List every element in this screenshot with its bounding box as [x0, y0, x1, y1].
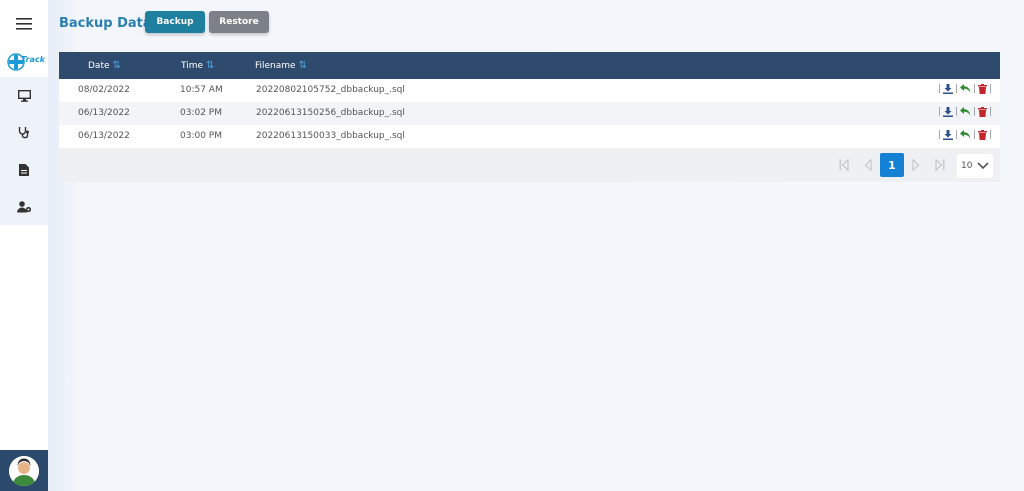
delete-icon[interactable] [977, 107, 987, 117]
next-page-button[interactable] [904, 153, 928, 177]
page-title: Backup Data [59, 16, 152, 31]
backup-button[interactable]: Backup [145, 11, 205, 33]
stethoscope-icon [18, 127, 29, 139]
table-row: 08/02/2022 10:57 AM 20220802105752_dbbac… [59, 79, 1000, 102]
prev-page-button[interactable] [856, 153, 880, 177]
prev-page-icon [864, 159, 872, 171]
first-page-icon [839, 159, 849, 171]
row-actions: | | | | [937, 84, 992, 94]
avatar-icon [9, 455, 39, 486]
first-page-button[interactable] [832, 153, 856, 177]
backup-table: Date ⇅ Time ⇅ Filename ⇅ 08/02/2022 10:5… [59, 52, 1000, 182]
restore-icon[interactable] [959, 84, 971, 94]
sidebar-item-medical[interactable] [0, 114, 48, 151]
cell-time: 03:02 PM [180, 108, 222, 118]
sidebar-nav [0, 77, 48, 225]
delete-icon[interactable] [977, 84, 987, 94]
cell-time: 03:00 PM [180, 131, 222, 141]
row-actions: | | | | [937, 130, 992, 140]
download-icon[interactable] [942, 130, 953, 140]
main-content: Backup Data Backup Restore Date ⇅ Time ⇅… [48, 0, 1024, 491]
cell-date: 06/13/2022 [78, 131, 130, 141]
next-page-icon [912, 159, 920, 171]
cell-filename: 20220802105752_dbbackup_.sql [256, 85, 405, 95]
sort-icon: ⇅ [112, 60, 121, 71]
delete-icon[interactable] [977, 130, 987, 140]
user-profile[interactable] [0, 450, 48, 491]
logo-text: Track [21, 55, 45, 64]
sidebar: Track [0, 0, 48, 491]
document-icon [19, 163, 29, 176]
cell-filename: 20220613150033_dbbackup_.sql [256, 131, 405, 141]
sidebar-item-reports[interactable] [0, 151, 48, 188]
restore-icon[interactable] [959, 107, 971, 117]
hamburger-icon [16, 18, 32, 30]
sort-icon: ⇅ [298, 60, 307, 71]
column-header-time[interactable]: Time ⇅ [181, 60, 214, 71]
page-size-value: 10 [961, 161, 973, 171]
cell-filename: 20220613150256_dbbackup_.sql [256, 108, 405, 118]
last-page-button[interactable] [928, 153, 952, 177]
app-logo[interactable]: Track [4, 50, 48, 74]
pagination: 1 10 [59, 148, 1000, 182]
page-size-select[interactable]: 10 [957, 154, 993, 178]
monitor-icon [17, 89, 31, 102]
download-icon[interactable] [942, 84, 953, 94]
hamburger-menu-button[interactable] [0, 0, 48, 48]
avatar[interactable] [9, 455, 39, 486]
sort-icon: ⇅ [206, 60, 215, 71]
chevron-down-icon [977, 162, 989, 170]
sidebar-item-dashboard[interactable] [0, 77, 48, 114]
download-icon[interactable] [942, 107, 953, 117]
restore-button[interactable]: Restore [209, 11, 269, 33]
cell-date: 08/02/2022 [78, 85, 130, 95]
last-page-icon [935, 159, 945, 171]
table-row: 06/13/2022 03:00 PM 20220613150033_dbbac… [59, 125, 1000, 148]
row-actions: | | | | [937, 107, 992, 117]
cell-time: 10:57 AM [180, 85, 223, 95]
cell-date: 06/13/2022 [78, 108, 130, 118]
table-row: 06/13/2022 03:02 PM 20220613150256_dbbac… [59, 102, 1000, 125]
sidebar-item-user-settings[interactable] [0, 188, 48, 225]
user-settings-icon [16, 200, 31, 212]
table-header: Date ⇅ Time ⇅ Filename ⇅ [59, 52, 1000, 79]
restore-icon[interactable] [959, 130, 971, 140]
column-header-date[interactable]: Date ⇅ [88, 60, 121, 71]
page-button-current[interactable]: 1 [880, 153, 904, 177]
column-header-filename[interactable]: Filename ⇅ [255, 60, 307, 71]
